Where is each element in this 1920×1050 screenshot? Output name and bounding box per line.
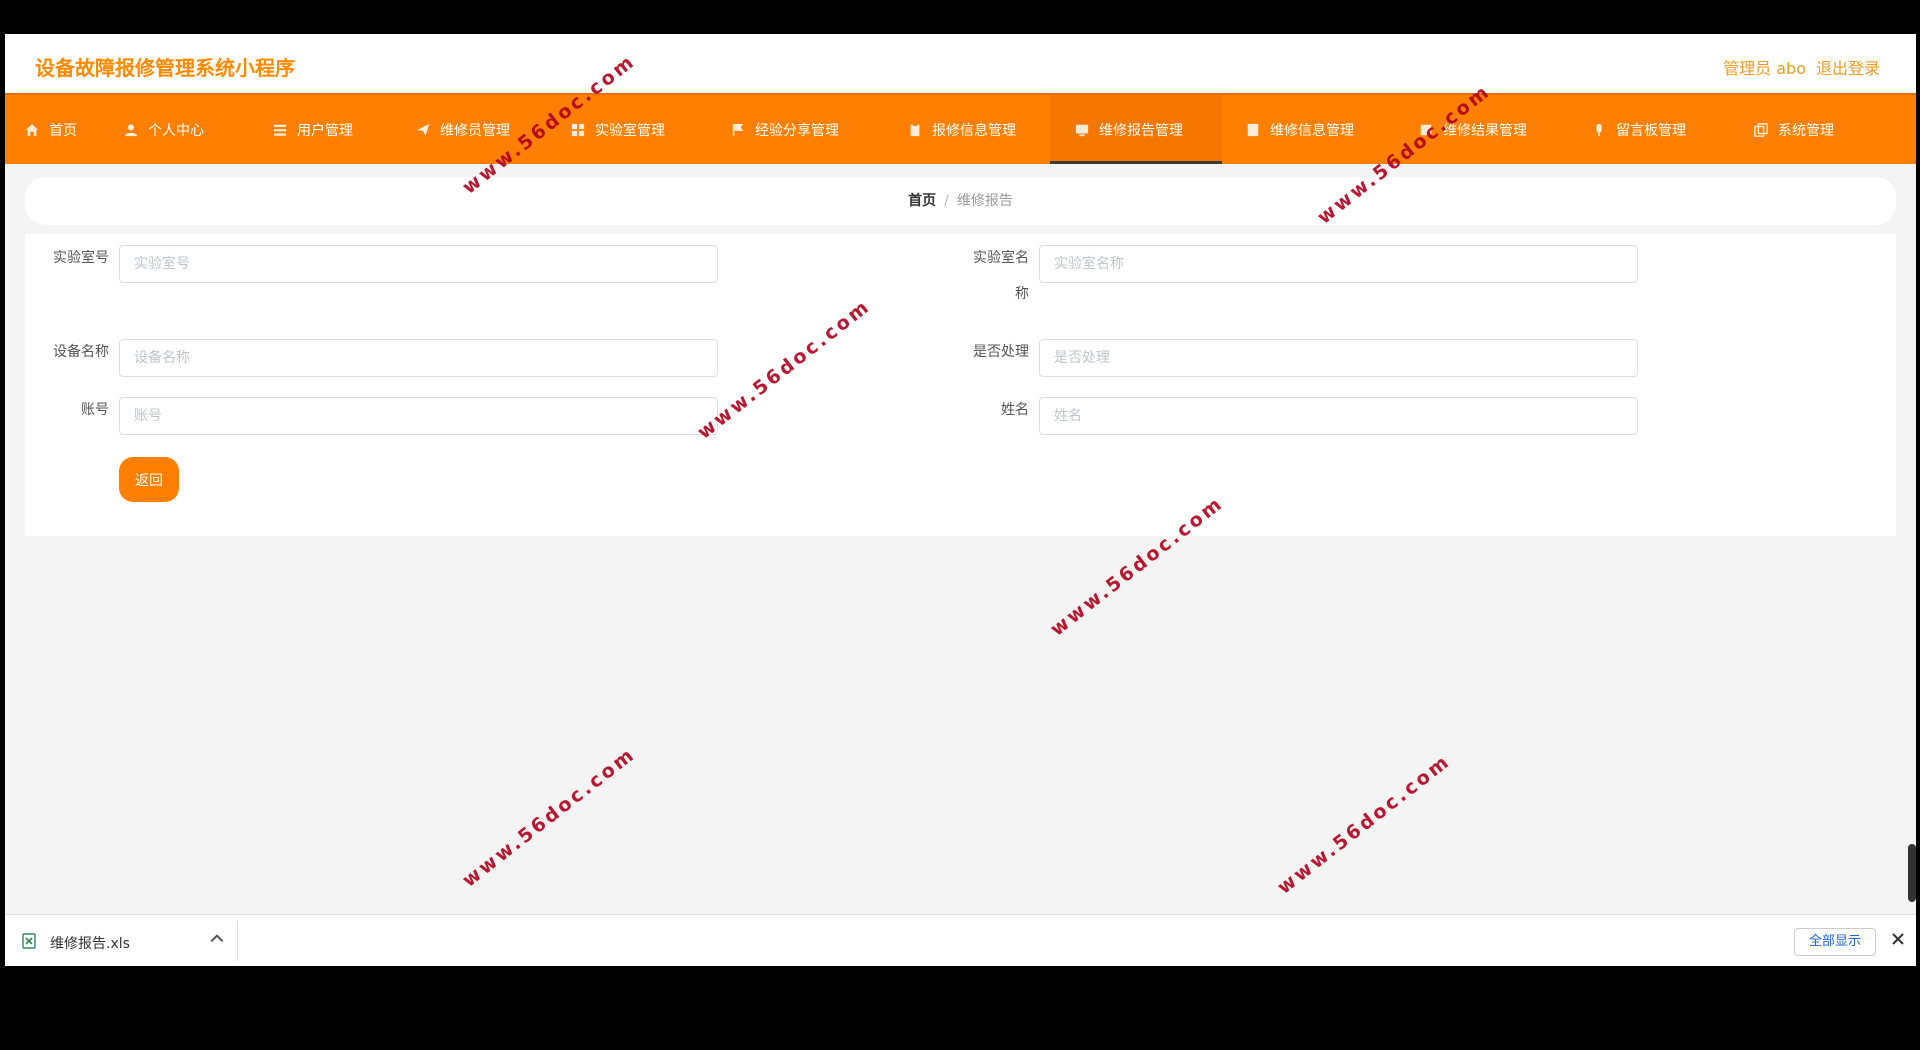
app-window: 设备故障报修管理系统小程序 管理员 abo 退出登录 首页 个人中心 用户管理 … (5, 34, 1916, 966)
watermark: www.56doc.com (1273, 749, 1455, 899)
breadcrumb-home[interactable]: 首页 (908, 193, 936, 209)
lab-name-label-wrap: 称 (1015, 286, 1029, 302)
nav-label: 维修报告管理 (1099, 122, 1183, 139)
nav-label: 用户管理 (297, 122, 353, 139)
chevron-up-icon[interactable] (208, 930, 226, 948)
nav-label: 实验室管理 (595, 122, 665, 139)
download-bar: 维修报告.xls 全部显示 (5, 914, 1916, 966)
nav-label: 经验分享管理 (755, 122, 839, 139)
nav-label: 个人中心 (148, 122, 204, 139)
name-input[interactable] (1039, 397, 1638, 435)
device-name-input[interactable] (119, 339, 718, 377)
nav-item-labs[interactable]: 实验室管理 (548, 95, 705, 164)
account-input[interactable] (119, 397, 718, 435)
nav-item-message-board[interactable]: 留言板管理 (1566, 95, 1724, 164)
nav-item-experience[interactable]: 经验分享管理 (705, 95, 878, 164)
nav-item-repair-results[interactable]: 维修结果管理 (1395, 95, 1566, 164)
nav-label: 首页 (49, 122, 77, 139)
nav-label: 留言板管理 (1616, 122, 1686, 139)
document-icon (1246, 123, 1260, 137)
breadcrumb-current: 维修报告 (956, 193, 1013, 209)
nav-item-users[interactable]: 用户管理 (244, 95, 389, 164)
grid-icon (571, 123, 585, 137)
device-name-label: 设备名称 (53, 344, 109, 360)
nav-item-maintenance-info[interactable]: 维修信息管理 (1222, 95, 1395, 164)
monitor-icon (1075, 123, 1089, 137)
lab-no-label: 实验室号 (53, 250, 109, 266)
excel-file-icon (22, 933, 36, 949)
processed-label: 是否处理 (973, 344, 1029, 360)
download-file-name[interactable]: 维修报告.xls (50, 933, 130, 953)
nav-item-repairers[interactable]: 维修员管理 (389, 95, 548, 164)
nav-label: 维修信息管理 (1270, 122, 1354, 139)
nav-item-system[interactable]: 系统管理 (1724, 95, 1916, 164)
back-button[interactable]: 返回 (119, 457, 179, 502)
user-icon (124, 123, 138, 137)
copy-icon (1754, 122, 1768, 137)
nav-item-repair-reports[interactable]: 维修报告管理 (1050, 95, 1222, 164)
breadcrumb: 首页 / 维修报告 (25, 177, 1896, 225)
send-icon (416, 123, 430, 137)
list-icon (273, 123, 287, 137)
app-title: 设备故障报修管理系统小程序 (35, 56, 295, 80)
user-info: 管理员 abo (1723, 59, 1806, 78)
flag-icon (731, 123, 745, 137)
clipboard-icon (908, 122, 922, 137)
home-icon (25, 123, 39, 137)
close-icon[interactable] (1890, 931, 1906, 947)
results-icon (1419, 123, 1433, 137)
nav-label: 维修结果管理 (1443, 122, 1527, 139)
nav-label: 报修信息管理 (932, 122, 1016, 139)
lab-no-input[interactable] (119, 245, 718, 283)
nav-item-repair-info[interactable]: 报修信息管理 (878, 95, 1050, 164)
nav-item-home[interactable]: 首页 (5, 95, 101, 164)
mic-icon (1592, 123, 1606, 137)
processed-input[interactable] (1039, 339, 1638, 377)
watermark: www.56doc.com (458, 742, 640, 892)
breadcrumb-separator: / (944, 193, 949, 209)
divider (237, 921, 238, 961)
account-label: 账号 (81, 402, 109, 418)
show-all-button[interactable]: 全部显示 (1793, 928, 1876, 956)
nav-label: 系统管理 (1778, 122, 1834, 139)
top-header: 设备故障报修管理系统小程序 管理员 abo 退出登录 (5, 34, 1916, 95)
nav-label: 维修员管理 (440, 122, 510, 139)
nav-item-profile[interactable]: 个人中心 (101, 95, 244, 164)
logout-link[interactable]: 退出登录 (1816, 55, 1880, 79)
report-form: 实验室号 实验室名 称 设备名称 是否处理 账号 姓名 (25, 234, 1896, 536)
lab-name-label: 实验室名 (973, 250, 1029, 266)
main-nav: 首页 个人中心 用户管理 维修员管理 实验室管理 经验分享管理 报修信息管理 维… (5, 95, 1916, 164)
lab-name-input[interactable] (1039, 245, 1638, 283)
name-label: 姓名 (1001, 402, 1029, 418)
scrollbar-thumb[interactable] (1908, 844, 1916, 902)
